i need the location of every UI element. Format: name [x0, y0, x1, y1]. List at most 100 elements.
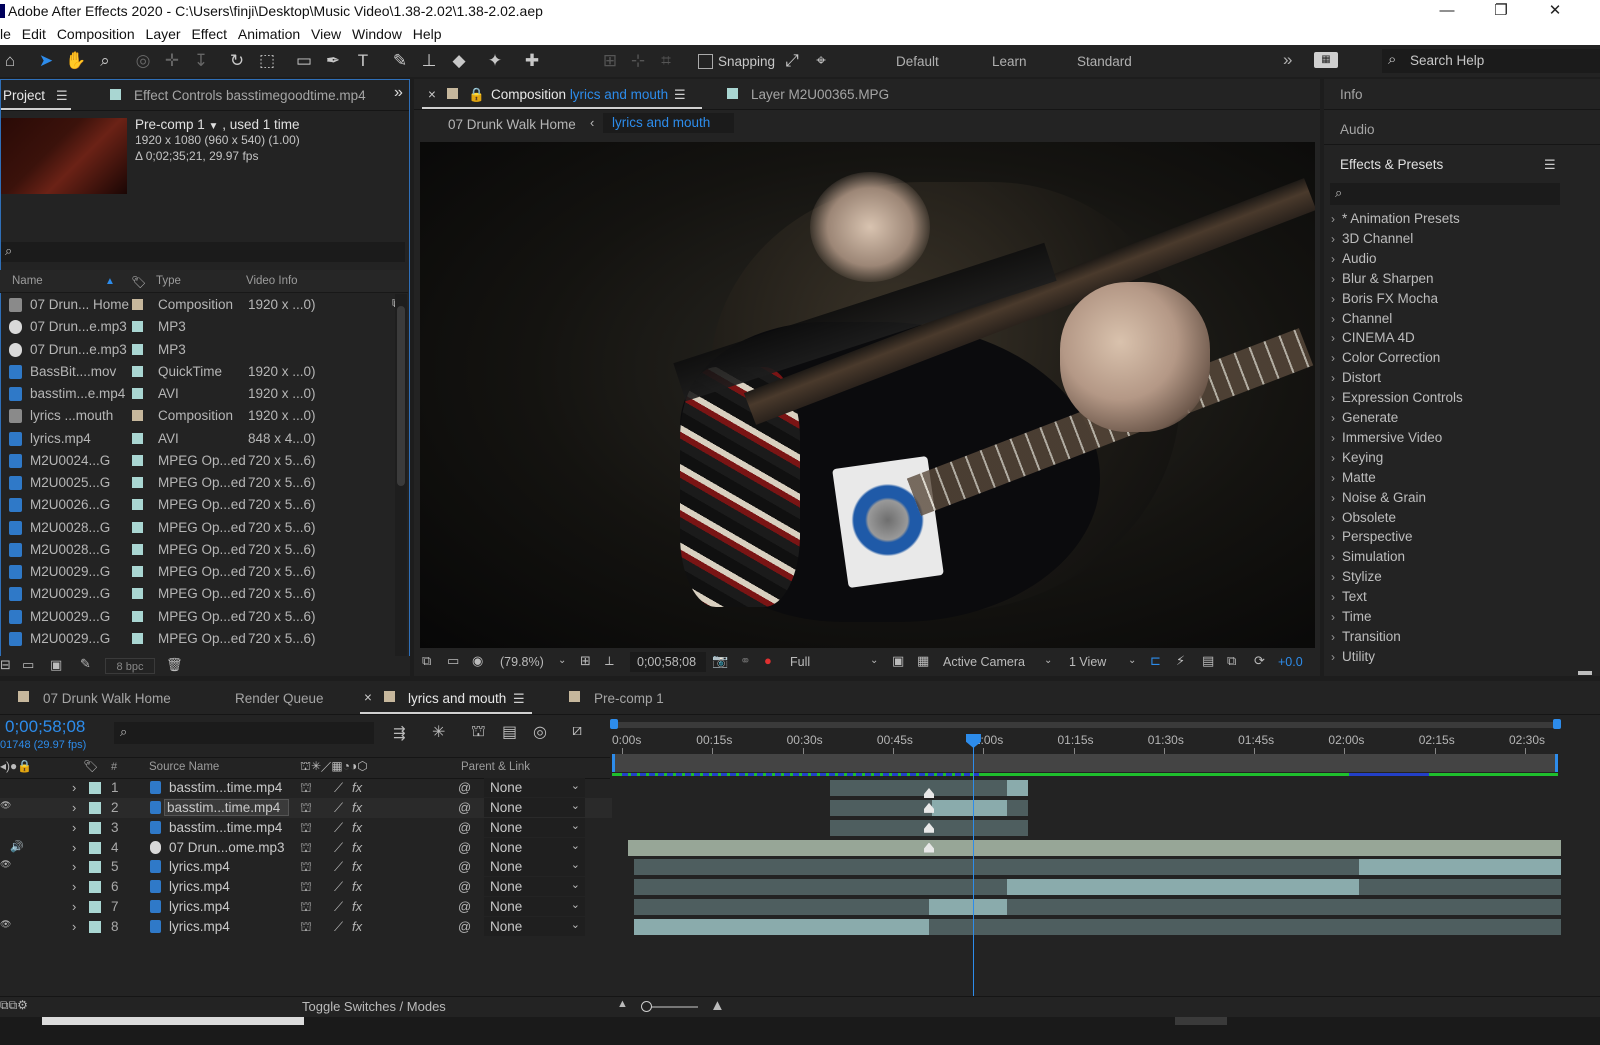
- trash-icon[interactable]: 🗑: [166, 657, 183, 673]
- project-search-input[interactable]: ⌕: [1, 242, 405, 262]
- type-tool-icon[interactable]: T: [353, 51, 373, 71]
- quality-switch-icon[interactable]: ⟋: [334, 899, 343, 915]
- layer-duration-bar[interactable]: [829, 780, 1029, 798]
- bit-depth-button[interactable]: 8 bpc: [105, 658, 155, 674]
- pen-tool-icon[interactable]: ✒: [323, 51, 343, 71]
- layer-name[interactable]: lyrics.mp4: [169, 899, 230, 914]
- layer-name[interactable]: 07 Drun...ome.mp3: [169, 840, 285, 855]
- layer-row[interactable]: › 6 lyrics.mp4 ⛫ ⟋ fx @ None ⌄: [0, 877, 612, 897]
- chevron-right-icon[interactable]: ›: [72, 919, 76, 934]
- quality-switch-icon[interactable]: ⟋: [334, 919, 343, 935]
- layer-duration-bar[interactable]: [634, 859, 1562, 876]
- parent-dropdown[interactable]: None ⌄: [484, 817, 585, 837]
- effect-category[interactable]: › Utility: [1331, 649, 1375, 664]
- timeline-search-input[interactable]: ⌕: [114, 722, 374, 744]
- playhead-line[interactable]: [965, 734, 981, 996]
- fx-switch-icon[interactable]: fx: [352, 879, 362, 894]
- label-column-icon[interactable]: 🏷: [83, 759, 98, 773]
- quality-switch-icon[interactable]: ⟋: [334, 859, 343, 875]
- tab-project[interactable]: Project: [3, 88, 45, 103]
- rectangle-tool-icon[interactable]: ▭: [294, 51, 314, 71]
- layer-row[interactable]: 👁 › 2 basstim...time.mp4 ⛫ ⟋ fx @ None ⌄: [0, 797, 612, 818]
- roto-brush-tool-icon[interactable]: ✦: [485, 51, 505, 71]
- chevron-right-icon[interactable]: ›: [1331, 530, 1335, 544]
- brush-tool-icon[interactable]: ✎: [390, 51, 410, 71]
- pick-whip-icon[interactable]: @: [458, 780, 471, 795]
- region-of-interest-icon[interactable]: ▣: [892, 653, 904, 669]
- reset-exposure-icon[interactable]: ⟳: [1254, 653, 1265, 669]
- preview-name[interactable]: Pre-comp 1: [135, 117, 205, 132]
- menu-effect[interactable]: Effect: [189, 23, 229, 42]
- label-color-icon[interactable]: [89, 821, 101, 834]
- project-item[interactable]: M2U0028...G MPEG Op...ed 720 x 5...6): [0, 517, 392, 539]
- workspace-default[interactable]: Default: [896, 54, 939, 69]
- breadcrumb-current[interactable]: lyrics and mouth: [603, 113, 734, 133]
- project-item[interactable]: M2U0028...G MPEG Op...ed 720 x 5...6): [0, 539, 392, 561]
- quality-switch-icon[interactable]: ⟋: [334, 820, 343, 836]
- layer-duration-bar[interactable]: [628, 839, 1562, 856]
- effect-category[interactable]: › Audio: [1331, 251, 1377, 266]
- exposure-value[interactable]: +0.0: [1278, 655, 1303, 669]
- layer-row[interactable]: 👁 › 5 lyrics.mp4 ⛫ ⟋ fx @ None ⌄: [0, 857, 612, 877]
- interpret-footage-icon[interactable]: ⊟: [0, 657, 11, 673]
- snap-expand-icon[interactable]: ⤢: [782, 51, 802, 71]
- tab-pre-comp-1[interactable]: Pre-comp 1: [594, 691, 664, 706]
- fx-switch-icon[interactable]: fx: [352, 820, 362, 835]
- fast-previews-icon[interactable]: ⚡: [1176, 653, 1185, 669]
- effects-menu-icon[interactable]: ☰: [1544, 157, 1556, 173]
- label-color-icon[interactable]: [132, 454, 143, 466]
- label-color-icon[interactable]: [89, 901, 101, 914]
- chevron-right-icon[interactable]: ›: [1331, 471, 1335, 485]
- chevron-down-icon[interactable]: ⌄: [1128, 655, 1136, 666]
- menu-composition[interactable]: Composition: [55, 23, 137, 42]
- frame-blending-icon[interactable]: ▤: [502, 722, 517, 742]
- fx-switch-icon[interactable]: fx: [352, 840, 362, 855]
- label-color-icon[interactable]: [89, 801, 101, 814]
- chevron-right-icon[interactable]: ›: [1331, 431, 1335, 445]
- layer-scrollbar[interactable]: [42, 1017, 304, 1025]
- parent-dropdown[interactable]: None ⌄: [484, 778, 585, 797]
- column-type[interactable]: Type: [156, 275, 181, 287]
- effect-category[interactable]: › Immersive Video: [1331, 430, 1442, 445]
- new-folder-icon[interactable]: ▭: [22, 657, 34, 673]
- layer-row[interactable]: › 7 lyrics.mp4 ⛫ ⟋ fx @ None ⌄: [0, 897, 612, 917]
- tab-effects-presets[interactable]: Effects & Presets: [1340, 157, 1443, 172]
- chevron-right-icon[interactable]: ›: [1331, 491, 1335, 505]
- eye-icon[interactable]: 👁: [0, 919, 11, 930]
- panel-overflow-button[interactable]: »: [394, 84, 403, 102]
- layer-duration-bar[interactable]: [634, 918, 1562, 935]
- chevron-right-icon[interactable]: ›: [1331, 232, 1335, 246]
- home-icon[interactable]: ⌂: [0, 51, 20, 71]
- chevron-down-icon[interactable]: ⌄: [558, 655, 566, 666]
- label-column-icon[interactable]: 🏷: [131, 275, 146, 289]
- chevron-down-icon[interactable]: ⌄: [870, 655, 878, 666]
- tab-07-drunk-walk-home[interactable]: 07 Drunk Walk Home: [43, 691, 171, 706]
- column-layer-number[interactable]: #: [111, 761, 117, 773]
- parent-dropdown[interactable]: None ⌄: [484, 857, 585, 877]
- menu-edit[interactable]: Edit: [20, 23, 48, 42]
- layer-row[interactable]: 🔊 › 4 07 Drun...ome.mp3 ⛫ ⟋ fx @ None ⌄: [0, 837, 612, 858]
- composition-menu-icon[interactable]: ☰: [674, 87, 686, 103]
- resolution-dropdown[interactable]: Full: [790, 655, 810, 669]
- always-preview-icon[interactable]: ⧉: [422, 653, 431, 669]
- toggle-transparency-icon[interactable]: ▦: [917, 653, 929, 669]
- work-area-end-handle[interactable]: [1553, 719, 1561, 729]
- speaker-icon[interactable]: 🔊: [10, 840, 24, 853]
- pick-whip-icon[interactable]: @: [458, 820, 471, 835]
- project-menu-icon[interactable]: ☰: [56, 88, 68, 104]
- channel-icon[interactable]: ●: [764, 653, 772, 668]
- effect-category[interactable]: › Keying: [1331, 450, 1383, 465]
- project-item[interactable]: BassBit....mov QuickTime 1920 x ...0): [0, 361, 392, 383]
- menu-layer[interactable]: Layer: [144, 23, 183, 42]
- project-item[interactable]: M2U0024...G MPEG Op...ed 720 x 5...6): [0, 450, 392, 472]
- pick-whip-icon[interactable]: @: [458, 800, 471, 815]
- chevron-right-icon[interactable]: ›: [1331, 252, 1335, 266]
- comp-mini-flowchart-icon[interactable]: ⇶: [393, 724, 406, 742]
- toggle-pixel-aspect-icon[interactable]: ⊏: [1150, 653, 1161, 669]
- project-item[interactable]: M2U0029...G MPEG Op...ed 720 x 5...6): [0, 628, 392, 650]
- menu-window[interactable]: Window: [350, 23, 404, 42]
- chevron-right-icon[interactable]: ›: [1331, 511, 1335, 525]
- timeline-menu-icon[interactable]: ☰: [513, 691, 525, 707]
- project-item[interactable]: M2U0029...G MPEG Op...ed 720 x 5...6): [0, 583, 392, 605]
- label-color-icon[interactable]: [132, 432, 143, 444]
